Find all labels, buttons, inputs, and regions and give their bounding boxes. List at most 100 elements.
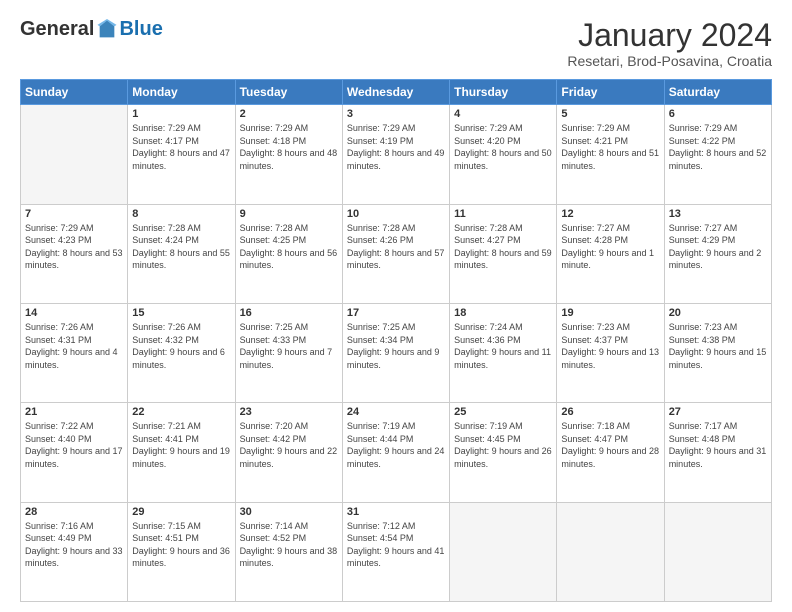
sunrise-text: Sunrise: 7:29 AM bbox=[347, 123, 416, 133]
day-number: 1 bbox=[132, 108, 230, 120]
day-number: 25 bbox=[454, 406, 552, 418]
day-number: 8 bbox=[132, 208, 230, 220]
sunset-text: Sunset: 4:23 PM bbox=[25, 235, 92, 245]
day-info: Sunrise: 7:29 AMSunset: 4:20 PMDaylight:… bbox=[454, 122, 552, 172]
calendar-cell: 26Sunrise: 7:18 AMSunset: 4:47 PMDayligh… bbox=[557, 403, 664, 502]
day-number: 24 bbox=[347, 406, 445, 418]
daylight-text: Daylight: 9 hours and 1 minute. bbox=[561, 248, 654, 271]
sunrise-text: Sunrise: 7:19 AM bbox=[347, 421, 416, 431]
calendar-cell: 18Sunrise: 7:24 AMSunset: 4:36 PMDayligh… bbox=[450, 303, 557, 402]
sunset-text: Sunset: 4:40 PM bbox=[25, 434, 92, 444]
day-info: Sunrise: 7:29 AMSunset: 4:18 PMDaylight:… bbox=[240, 122, 338, 172]
sunset-text: Sunset: 4:27 PM bbox=[454, 235, 521, 245]
sunrise-text: Sunrise: 7:22 AM bbox=[25, 421, 94, 431]
daylight-text: Daylight: 9 hours and 4 minutes. bbox=[25, 347, 118, 370]
day-info: Sunrise: 7:20 AMSunset: 4:42 PMDaylight:… bbox=[240, 420, 338, 470]
sunrise-text: Sunrise: 7:18 AM bbox=[561, 421, 630, 431]
daylight-text: Daylight: 8 hours and 52 minutes. bbox=[669, 148, 767, 171]
daylight-text: Daylight: 8 hours and 56 minutes. bbox=[240, 248, 338, 271]
daylight-text: Daylight: 8 hours and 51 minutes. bbox=[561, 148, 659, 171]
calendar-cell: 30Sunrise: 7:14 AMSunset: 4:52 PMDayligh… bbox=[235, 502, 342, 601]
day-number: 11 bbox=[454, 208, 552, 220]
sunrise-text: Sunrise: 7:14 AM bbox=[240, 521, 309, 531]
calendar-cell bbox=[557, 502, 664, 601]
calendar-cell: 17Sunrise: 7:25 AMSunset: 4:34 PMDayligh… bbox=[342, 303, 449, 402]
daylight-text: Daylight: 9 hours and 28 minutes. bbox=[561, 446, 659, 469]
daylight-text: Daylight: 9 hours and 41 minutes. bbox=[347, 546, 445, 569]
daylight-text: Daylight: 9 hours and 26 minutes. bbox=[454, 446, 552, 469]
day-info: Sunrise: 7:15 AMSunset: 4:51 PMDaylight:… bbox=[132, 520, 230, 570]
header-monday: Monday bbox=[128, 80, 235, 105]
day-info: Sunrise: 7:19 AMSunset: 4:45 PMDaylight:… bbox=[454, 420, 552, 470]
month-title: January 2024 bbox=[567, 18, 772, 53]
sunrise-text: Sunrise: 7:29 AM bbox=[25, 223, 94, 233]
day-number: 16 bbox=[240, 307, 338, 319]
header-thursday: Thursday bbox=[450, 80, 557, 105]
calendar-cell: 22Sunrise: 7:21 AMSunset: 4:41 PMDayligh… bbox=[128, 403, 235, 502]
day-info: Sunrise: 7:29 AMSunset: 4:22 PMDaylight:… bbox=[669, 122, 767, 172]
day-number: 26 bbox=[561, 406, 659, 418]
day-number: 12 bbox=[561, 208, 659, 220]
sunrise-text: Sunrise: 7:25 AM bbox=[347, 322, 416, 332]
sunset-text: Sunset: 4:20 PM bbox=[454, 136, 521, 146]
calendar-table: Sunday Monday Tuesday Wednesday Thursday… bbox=[20, 79, 772, 602]
page: General Blue January 2024 Resetari, Brod… bbox=[0, 0, 792, 612]
sunrise-text: Sunrise: 7:28 AM bbox=[240, 223, 309, 233]
calendar-cell: 19Sunrise: 7:23 AMSunset: 4:37 PMDayligh… bbox=[557, 303, 664, 402]
day-info: Sunrise: 7:27 AMSunset: 4:28 PMDaylight:… bbox=[561, 222, 659, 272]
sunset-text: Sunset: 4:34 PM bbox=[347, 335, 414, 345]
day-info: Sunrise: 7:29 AMSunset: 4:21 PMDaylight:… bbox=[561, 122, 659, 172]
calendar-cell: 21Sunrise: 7:22 AMSunset: 4:40 PMDayligh… bbox=[21, 403, 128, 502]
calendar-cell: 27Sunrise: 7:17 AMSunset: 4:48 PMDayligh… bbox=[664, 403, 771, 502]
calendar-week-row-5: 28 Sunrise: 7:16 AMSunset: 4:49 PMDayligh… bbox=[21, 502, 772, 601]
day-number: 9 bbox=[240, 208, 338, 220]
calendar-cell: 23 Sunrise: 7:20 AMSunset: 4:42 PMDayligh… bbox=[235, 403, 342, 502]
sunset-text: Sunset: 4:26 PM bbox=[347, 235, 414, 245]
daylight-text: Daylight: 9 hours and 33 minutes. bbox=[25, 546, 123, 569]
day-number: 7 bbox=[25, 208, 123, 220]
header-friday: Friday bbox=[557, 80, 664, 105]
calendar-cell: 24Sunrise: 7:19 AMSunset: 4:44 PMDayligh… bbox=[342, 403, 449, 502]
daylight-text: Daylight: 8 hours and 49 minutes. bbox=[347, 148, 445, 171]
day-number: 23 bbox=[240, 406, 338, 418]
day-number: 3 bbox=[347, 108, 445, 120]
day-info: Sunrise: 7:23 AM Sunset: 4:37 PM Daylight:… bbox=[561, 321, 659, 371]
calendar-cell bbox=[664, 502, 771, 601]
sunset-text: Sunset: 4:24 PM bbox=[132, 235, 199, 245]
header-saturday: Saturday bbox=[664, 80, 771, 105]
calendar-cell: 15Sunrise: 7:26 AMSunset: 4:32 PMDayligh… bbox=[128, 303, 235, 402]
day-info: Sunrise: 7:29 AMSunset: 4:23 PMDaylight:… bbox=[25, 222, 123, 272]
day-info: Sunrise: 7:28 AMSunset: 4:25 PMDaylight:… bbox=[240, 222, 338, 272]
daylight-text: Daylight: 8 hours and 47 minutes. bbox=[132, 148, 230, 171]
day-number: 18 bbox=[454, 307, 552, 319]
sunrise-text: Sunrise: 7:23 AM bbox=[561, 322, 630, 332]
calendar-week-row-3: 14Sunrise: 7:26 AMSunset: 4:31 PMDayligh… bbox=[21, 303, 772, 402]
sunset-text: Sunset: 4:41 PM bbox=[132, 434, 199, 444]
calendar-cell: 3 Sunrise: 7:29 AMSunset: 4:19 PMDaylight… bbox=[342, 105, 449, 204]
day-info: Sunrise: 7:23 AMSunset: 4:38 PMDaylight:… bbox=[669, 321, 767, 371]
daylight-text: Daylight: 9 hours and 15 minutes. bbox=[669, 347, 767, 370]
daylight-text: Daylight: 9 hours and 38 minutes. bbox=[240, 546, 338, 569]
sunset-text: Sunset: 4:37 PM bbox=[561, 335, 628, 345]
header-tuesday: Tuesday bbox=[235, 80, 342, 105]
daylight-text: Daylight: 9 hours and 13 minutes. bbox=[561, 347, 659, 370]
sunset-text: Sunset: 4:49 PM bbox=[25, 533, 92, 543]
sunset-text: Sunset: 4:52 PM bbox=[240, 533, 307, 543]
day-info: Sunrise: 7:25 AMSunset: 4:34 PMDaylight:… bbox=[347, 321, 445, 371]
day-info: Sunrise: 7:29 AMSunset: 4:19 PMDaylight:… bbox=[347, 122, 445, 172]
day-info: Sunrise: 7:21 AMSunset: 4:41 PMDaylight:… bbox=[132, 420, 230, 470]
sunrise-text: Sunrise: 7:26 AM bbox=[132, 322, 201, 332]
daylight-text: Daylight: 8 hours and 50 minutes. bbox=[454, 148, 552, 171]
day-number: 21 bbox=[25, 406, 123, 418]
calendar-cell: 29 Sunrise: 7:15 AMSunset: 4:51 PMDayligh… bbox=[128, 502, 235, 601]
day-number: 5 bbox=[561, 108, 659, 120]
calendar-cell: 4Sunrise: 7:29 AMSunset: 4:20 PMDaylight… bbox=[450, 105, 557, 204]
day-number: 28 bbox=[25, 506, 123, 518]
sunrise-text: Sunrise: 7:27 AM bbox=[669, 223, 738, 233]
day-info: Sunrise: 7:16 AMSunset: 4:49 PMDaylight:… bbox=[25, 520, 123, 570]
sunrise-text: Sunrise: 7:20 AM bbox=[240, 421, 309, 431]
calendar-cell: 13Sunrise: 7:27 AMSunset: 4:29 PMDayligh… bbox=[664, 204, 771, 303]
day-number: 29 bbox=[132, 506, 230, 518]
sunrise-text: Sunrise: 7:29 AM bbox=[669, 123, 738, 133]
sunset-text: Sunset: 4:28 PM bbox=[561, 235, 628, 245]
